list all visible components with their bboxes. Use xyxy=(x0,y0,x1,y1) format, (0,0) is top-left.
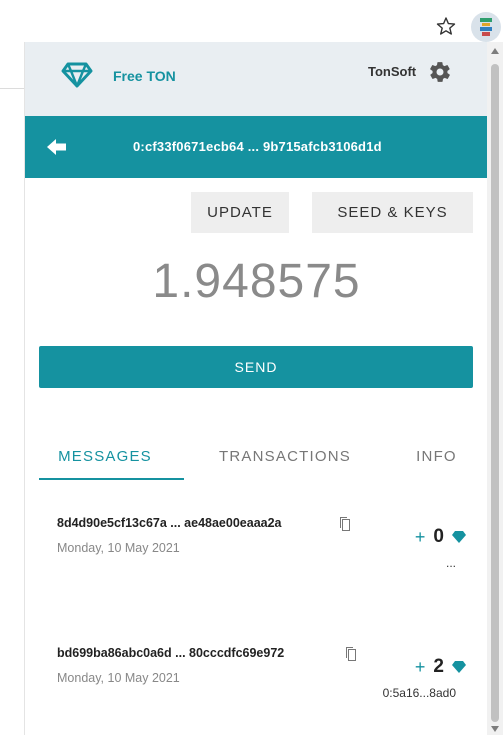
popup-header: Free TON TonSoft xyxy=(25,42,488,116)
scroll-up-arrow[interactable] xyxy=(491,48,499,54)
extension-icon xyxy=(480,18,492,36)
wallet-address: 0:cf33f0671ecb64 ... 9b715afcb3106d1d xyxy=(133,139,382,154)
brand-name: Free TON xyxy=(113,68,176,84)
amount-value: 0 xyxy=(433,526,444,547)
extension-button[interactable] xyxy=(471,12,501,42)
send-button[interactable]: SEND xyxy=(39,346,473,388)
tab-bar: MESSAGES TRANSACTIONS INFO xyxy=(25,432,488,480)
company-name: TonSoft xyxy=(368,64,417,79)
tab-info[interactable]: INFO xyxy=(385,432,488,480)
diamond-logo-icon[interactable] xyxy=(61,62,93,88)
message-amount: + 0 xyxy=(415,526,466,548)
message-hash: 8d4d90e5cf13c67a ... ae48ae00eaaa2a xyxy=(57,516,282,530)
message-amount: + 2 xyxy=(415,656,466,678)
gear-icon[interactable] xyxy=(428,60,452,84)
update-button[interactable]: UPDATE xyxy=(191,192,289,233)
gem-icon xyxy=(452,661,466,673)
message-item[interactable]: bd699ba86abc0a6d ... 80cccdfc69e972 Mond… xyxy=(25,638,488,735)
copy-icon[interactable] xyxy=(343,646,357,662)
browser-toolbar xyxy=(0,0,503,42)
amount-sign: + xyxy=(414,526,426,547)
scrollbar-thumb[interactable] xyxy=(491,64,499,722)
message-date: Monday, 10 May 2021 xyxy=(57,541,180,555)
tab-transactions[interactable]: TRANSACTIONS xyxy=(185,432,385,480)
amount-sign: + xyxy=(414,656,426,677)
message-hash: bd699ba86abc0a6d ... 80cccdfc69e972 xyxy=(57,646,285,660)
seed-and-keys-button[interactable]: SEED & KEYS xyxy=(312,192,473,233)
star-icon[interactable] xyxy=(436,16,456,36)
divider xyxy=(0,88,24,89)
active-tab-indicator xyxy=(39,478,184,480)
message-counterparty: ... xyxy=(445,556,456,570)
browser-page-edge xyxy=(0,42,24,735)
wallet-balance: 1.948575 xyxy=(152,255,361,308)
copy-icon[interactable] xyxy=(337,516,351,532)
address-bar: 0:cf33f0671ecb64 ... 9b715afcb3106d1d xyxy=(25,116,488,178)
scroll-down-arrow[interactable] xyxy=(491,726,499,732)
amount-value: 2 xyxy=(433,656,444,677)
gem-icon xyxy=(452,531,466,543)
tab-messages[interactable]: MESSAGES xyxy=(25,432,185,480)
back-arrow-icon[interactable] xyxy=(47,138,67,156)
message-date: Monday, 10 May 2021 xyxy=(57,671,180,685)
message-item[interactable]: 8d4d90e5cf13c67a ... ae48ae00eaaa2a Mond… xyxy=(25,508,488,628)
popup-scrollbar[interactable] xyxy=(487,42,503,735)
extension-popup: Free TON TonSoft 0:cf33f0671ecb64 ... 9b… xyxy=(24,42,488,735)
message-counterparty: 0:5a16...8ad0 xyxy=(382,686,456,700)
